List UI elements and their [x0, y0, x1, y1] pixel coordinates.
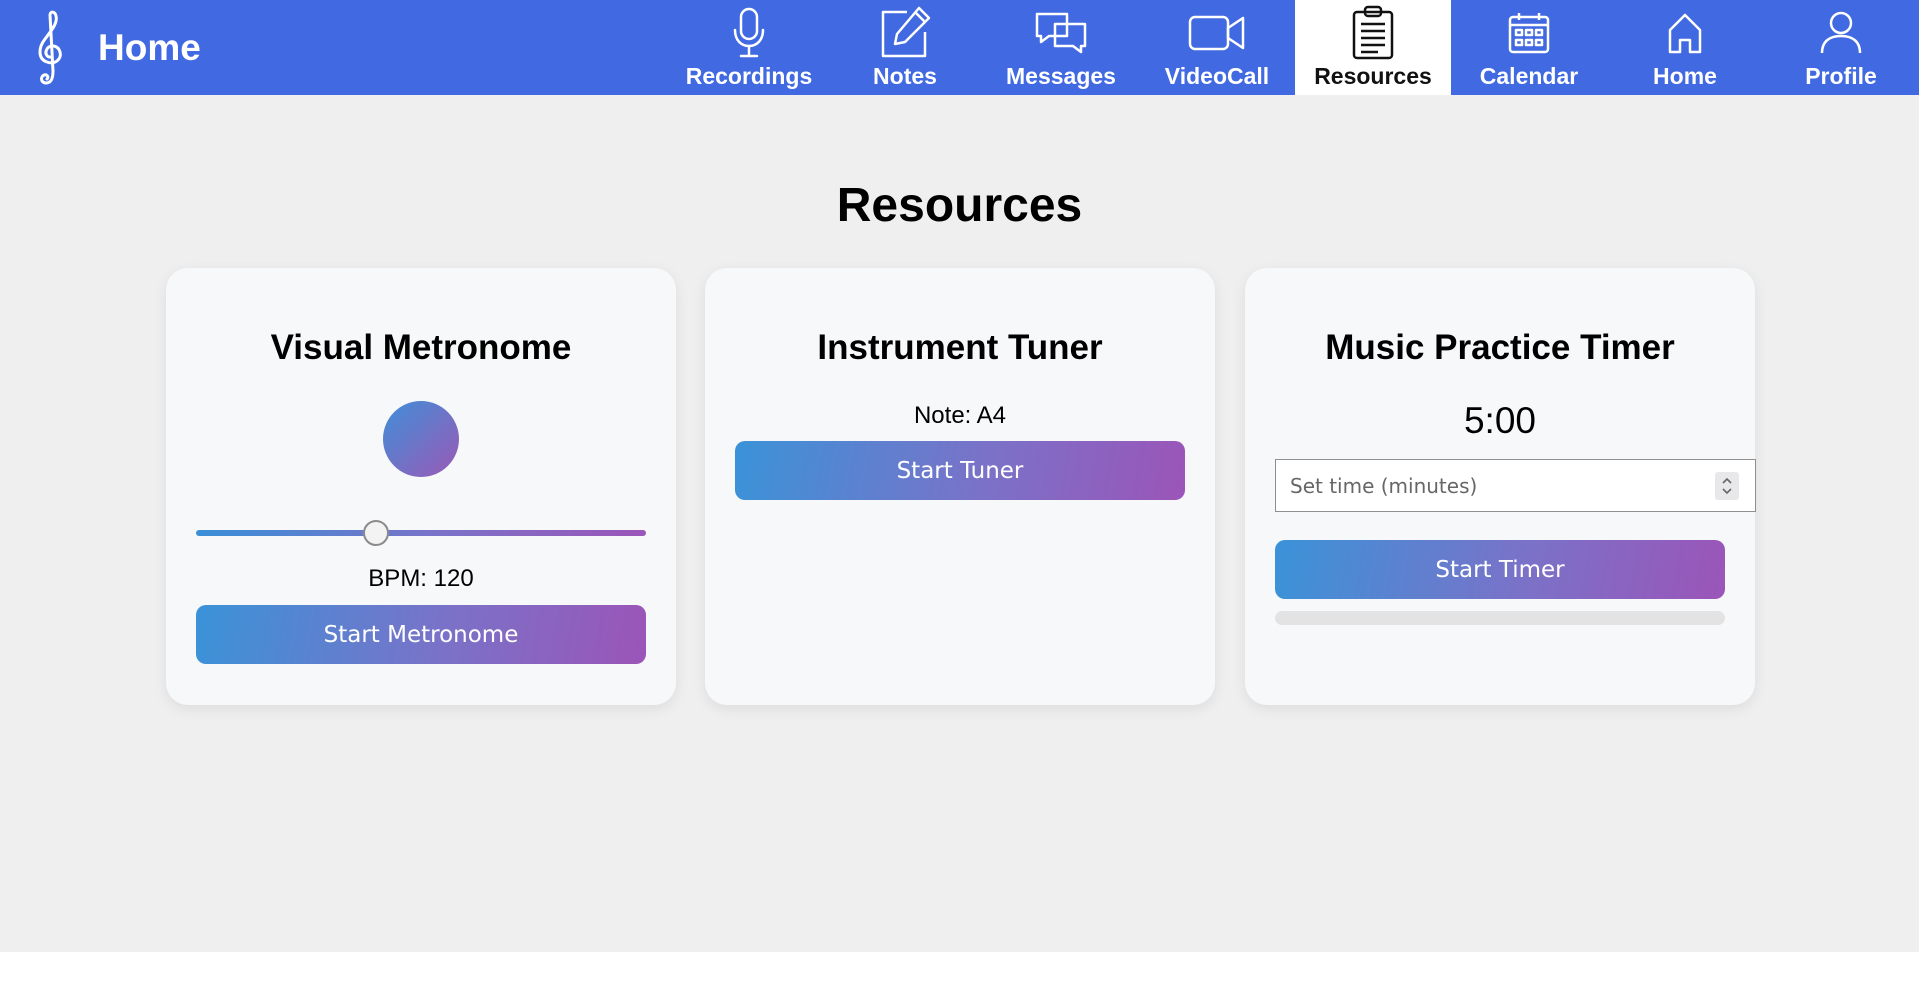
brand-title: Home	[98, 26, 201, 68]
number-spinner[interactable]	[1715, 472, 1739, 500]
chat-bubbles-icon	[1029, 3, 1093, 63]
pencil-square-icon	[873, 3, 937, 63]
start-metronome-button[interactable]: Start Metronome	[196, 605, 646, 664]
microphone-icon	[717, 3, 781, 63]
app-root: Home Recordings Notes Messages VideoCall…	[0, 0, 1919, 952]
tuner-note-readout: Note: A4	[913, 402, 1007, 429]
start-tuner-button[interactable]: Start Tuner	[735, 441, 1185, 500]
nav-label: Calendar	[1479, 63, 1579, 89]
brand[interactable]: Home	[0, 0, 660, 95]
nav-label: Profile	[1805, 63, 1877, 89]
bpm-slider-track[interactable]	[196, 530, 646, 536]
treble-clef-icon	[30, 8, 70, 88]
metronome-pulse-indicator	[383, 401, 459, 477]
timer-progress-bar	[1275, 611, 1725, 625]
nav-label: VideoCall	[1164, 63, 1270, 89]
nav-item-recordings[interactable]: Recordings	[671, 0, 827, 95]
spinner-arrows-icon	[1722, 477, 1732, 495]
nav-item-videocall[interactable]: VideoCall	[1139, 0, 1295, 95]
nav-item-calendar[interactable]: Calendar	[1451, 0, 1607, 95]
nav-label: Home	[1653, 63, 1717, 89]
house-icon	[1653, 3, 1717, 63]
metronome-title: Visual Metronome	[270, 328, 572, 367]
bpm-slider-thumb[interactable]	[363, 520, 389, 546]
nav-item-resources[interactable]: Resources	[1295, 0, 1451, 95]
nav-item-profile[interactable]: Profile	[1763, 0, 1919, 95]
video-camera-icon	[1185, 3, 1249, 63]
main-nav: Recordings Notes Messages VideoCall Reso…	[671, 0, 1919, 95]
nav-item-notes[interactable]: Notes	[827, 0, 983, 95]
timer-display: 5:00	[1463, 400, 1536, 441]
page-title: Resources	[836, 179, 1083, 232]
top-navbar: Home Recordings Notes Messages VideoCall…	[0, 0, 1919, 95]
nav-item-home[interactable]: Home	[1607, 0, 1763, 95]
start-timer-button[interactable]: Start Timer	[1275, 540, 1725, 599]
nav-label: Resources	[1314, 63, 1432, 89]
nav-label: Recordings	[685, 63, 813, 89]
clipboard-icon	[1341, 3, 1405, 63]
timer-card: Music Practice Timer 5:00 Start Timer	[1245, 268, 1756, 705]
metronome-card: Visual Metronome BPM: 120 Start Metronom…	[166, 268, 676, 705]
calendar-icon	[1497, 3, 1561, 63]
nav-label: Notes	[873, 63, 937, 89]
timer-title: Music Practice Timer	[1325, 328, 1675, 367]
time-minutes-input[interactable]	[1290, 473, 1690, 498]
nav-item-messages[interactable]: Messages	[983, 0, 1139, 95]
person-icon	[1809, 3, 1873, 63]
tuner-title: Instrument Tuner	[817, 328, 1103, 367]
tuner-card: Instrument Tuner Note: A4 Start Tuner	[705, 268, 1215, 705]
bpm-readout: BPM: 120	[368, 565, 474, 592]
time-minutes-field[interactable]	[1275, 459, 1756, 512]
nav-label: Messages	[1006, 63, 1116, 89]
